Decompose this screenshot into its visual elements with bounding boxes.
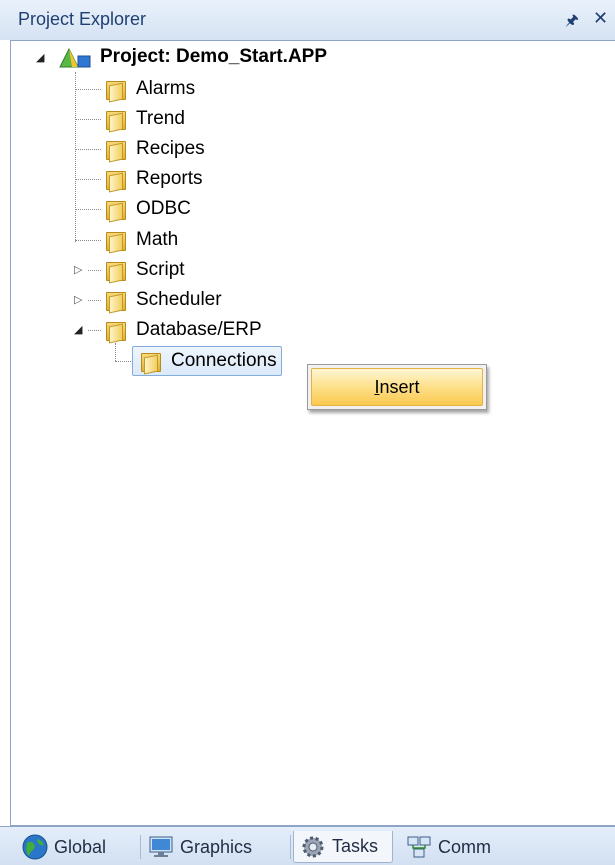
tab-tasks[interactable]: Tasks [293,831,393,863]
folder-icon [104,230,126,254]
insert-menu-item[interactable]: Insert [311,368,483,406]
tree-item-label: Trend [136,108,185,129]
tree-root-label: Project: Demo_Start.APP [100,46,328,67]
tree-item-label: Recipes [136,138,205,159]
tree-item-label: Reports [136,168,203,189]
folder-icon [104,290,126,314]
tree-item-scheduler[interactable]: Scheduler [104,286,222,314]
folder-icon [104,260,126,284]
tree-item-database-erp[interactable]: Database/ERP [104,316,262,344]
tab-label: Comm [438,836,491,857]
tree-connector [75,72,76,242]
tab-label: Graphics [180,836,253,857]
tree-connector [88,300,101,301]
monitor-icon [148,834,174,860]
tree-connector [75,149,101,150]
tab-separator [290,835,291,859]
tab-comm[interactable]: Comm [406,831,516,863]
tree-connector [88,270,101,271]
tree-connector [115,343,116,361]
folder-icon [104,79,126,103]
close-icon[interactable]: ✕ [593,8,608,29]
collapse-icon[interactable]: ◢ [36,51,44,64]
tree-item-script[interactable]: Script [104,256,185,284]
tab-separator [140,835,141,859]
context-menu: Insert [307,364,487,410]
tree-item-label: Math [136,229,179,250]
tree-item-label: ODBC [136,198,191,219]
globe-icon [22,834,48,860]
project-icon [58,45,92,69]
tree-connector [75,209,101,210]
expand-icon[interactable]: ▷ [74,293,82,306]
folder-icon [104,109,126,133]
tree-item-label: Connections [171,350,277,371]
tab-label: Global [54,836,107,857]
tree-item-label: Script [136,259,185,280]
project-tree-panel [10,40,615,826]
tree-connector [88,330,101,331]
tree-item-reports[interactable]: Reports [104,165,203,193]
tab-global[interactable]: Global [22,831,132,863]
folder-icon [139,351,161,375]
collapse-icon[interactable]: ◢ [74,323,82,336]
tree-item-odbc[interactable]: ODBC [104,195,191,223]
tree-item-alarms[interactable]: Alarms [104,75,195,103]
insert-label: nsert [379,376,420,397]
tree-item-recipes[interactable]: Recipes [104,135,205,163]
panel-title: Project Explorer [18,9,147,29]
folder-icon [104,169,126,193]
gear-icon [300,834,326,860]
tab-label: Tasks [332,836,379,856]
tree-item-label: Database/ERP [136,319,262,340]
tab-graphics[interactable]: Graphics [148,831,288,863]
pin-icon[interactable]: 🖈︎ [565,10,579,35]
tree-item-label: Alarms [136,78,196,99]
tree-item-connections[interactable]: Connections [132,346,282,376]
tree-connector [75,240,101,241]
expand-icon[interactable]: ▷ [74,263,82,276]
folder-icon [104,199,126,223]
tree-item-trend[interactable]: Trend [104,105,185,133]
panel-title-bar: Project Explorer 🖈︎ ✕ [0,0,615,40]
folder-icon [104,320,126,344]
tree-item-math[interactable]: Math [104,226,178,254]
tree-connector [75,179,101,180]
bottom-tab-bar: Global Graphics Tasks Comm [0,826,615,865]
tree-connector [75,119,101,120]
network-icon [406,834,432,860]
tree-item-label: Scheduler [136,289,222,310]
folder-icon [104,139,126,163]
tree-connector [75,89,101,90]
tree-root[interactable]: Project: Demo_Start.APP [58,43,327,71]
